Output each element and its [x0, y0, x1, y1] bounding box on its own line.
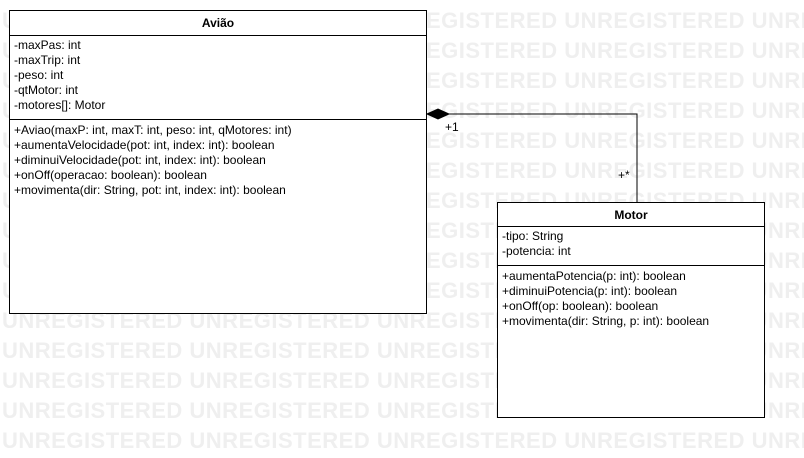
class-attribute: -qtMotor: int: [14, 83, 79, 97]
class-motor-operations: +aumentaPotencia(p: int): boolean +dimin…: [498, 266, 764, 329]
class-motor-name: Motor: [498, 203, 764, 227]
class-operation: +aumentaVelocidade(pot: int, index: int)…: [14, 138, 275, 152]
association-line: [449, 113, 638, 202]
class-attribute: -maxPas: int: [14, 38, 81, 52]
class-motor[interactable]: Motor -tipo: String -potencia: int +aume…: [497, 202, 765, 418]
class-operation: +movimenta(dir: String, p: int): boolean: [502, 314, 710, 328]
class-operation: +aumentaPotencia(p: int): boolean: [502, 269, 686, 283]
class-attribute: -maxTrip: int: [14, 53, 81, 67]
class-aviao-name: Avião: [10, 11, 426, 36]
class-operation: +Aviao(maxP: int, maxT: int, peso: int, …: [14, 123, 292, 137]
class-attribute: -motores[]: Motor: [14, 98, 106, 112]
class-operation: +movimenta(dir: String, pot: int, index:…: [14, 183, 286, 197]
composition-diamond-icon: [425, 108, 451, 120]
class-operation: +diminuiVelocidade(pot: int, index: int)…: [14, 153, 266, 167]
class-operation: +diminuiPotencia(p: int): boolean: [502, 284, 678, 298]
class-attribute: -tipo: String: [502, 229, 564, 243]
class-aviao-attributes: -maxPas: int -maxTrip: int -peso: int -q…: [10, 36, 426, 120]
target-multiplicity: +*: [618, 168, 630, 182]
source-multiplicity: +1: [445, 120, 459, 134]
class-operation: +onOff(op: boolean): boolean: [502, 299, 659, 313]
class-motor-attributes: -tipo: String -potencia: int: [498, 227, 764, 266]
class-aviao[interactable]: Avião -maxPas: int -maxTrip: int -peso: …: [9, 10, 427, 314]
class-operation: +onOff(operacao: boolean): boolean: [14, 168, 207, 182]
class-attribute: -peso: int: [14, 68, 64, 82]
class-aviao-operations: +Aviao(maxP: int, maxT: int, peso: int, …: [10, 120, 426, 198]
class-attribute: -potencia: int: [502, 244, 571, 258]
